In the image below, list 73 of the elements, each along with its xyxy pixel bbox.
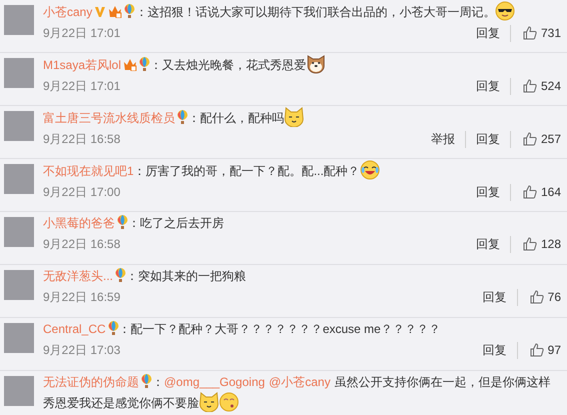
like-count: 128	[540, 237, 561, 251]
like-count: 731	[540, 26, 561, 40]
thumbs-up-icon[interactable]	[522, 185, 537, 199]
crown-badge-icon	[123, 58, 138, 71]
comment-text: ：配什么，配种吗	[188, 111, 284, 125]
comment-time: 9月22日 16:58	[43, 130, 122, 148]
like-count: 524	[540, 79, 561, 93]
comment-text: ：配一下？配种？大哥？？？？？？？excuse me？？？？？	[118, 322, 441, 336]
comment-time: 9月22日 17:00	[43, 184, 122, 200]
avatar-photo-placeholder[interactable]	[4, 164, 34, 194]
username-link[interactable]: 不如现在就见吧1	[43, 164, 134, 178]
avatar-photo-placeholder[interactable]	[4, 323, 34, 353]
avatar-photo-placeholder[interactable]	[4, 270, 34, 300]
comment-text: 虽然公开支持你俩在一起，但是你俩这样	[334, 375, 550, 389]
action-link[interactable]: 回复	[466, 236, 511, 252]
action-link[interactable]: 回复	[472, 342, 518, 358]
action-link[interactable]: 回复	[466, 78, 511, 94]
username-link[interactable]: 无敌洋葱头...	[43, 269, 114, 283]
username-link[interactable]: Central_CC	[43, 322, 106, 336]
comment-text: ：吃了之后去开房	[128, 216, 224, 230]
comment-time: 9月22日 16:58	[43, 236, 122, 252]
action-link[interactable]: 回复	[466, 24, 511, 42]
balloon-icon	[139, 57, 150, 71]
comment-text: 秀恩爱我还是感觉你俩不要脸	[43, 395, 199, 412]
username-link[interactable]: 小苍cany	[43, 5, 92, 19]
comment-text: ：这招狠！话说大家可以期待下我们联合出品的，小苍大哥一周记。	[135, 5, 496, 19]
like-count: 76	[548, 290, 561, 304]
comment-time: 9月22日 17:03	[43, 342, 122, 358]
balloon-icon	[141, 374, 152, 388]
thumbs-up-icon[interactable]	[522, 237, 537, 251]
balloon-icon	[177, 110, 188, 124]
action-link[interactable]: 回复	[466, 130, 511, 148]
comment-text: ：突如其来的一把狗粮	[126, 269, 246, 283]
balloon-icon	[108, 321, 119, 335]
comment-time: 9月22日 17:01	[43, 24, 122, 42]
avatar-photo-placeholder[interactable]	[4, 5, 34, 35]
dog-face-icon	[306, 54, 326, 74]
username-link[interactable]: 小黑莓的爸爸	[43, 216, 115, 230]
username-link[interactable]: 无法证伪的伪命题	[43, 375, 139, 389]
avatar-photo-placeholder[interactable]	[4, 217, 34, 247]
comment-time: 9月22日 17:01	[43, 78, 122, 94]
thumbs-up-icon[interactable]	[522, 26, 537, 40]
username-link[interactable]: 富土唐三号流水线质检员	[43, 111, 175, 125]
laughing-face-icon	[360, 160, 380, 180]
comment-time: 9月22日 16:59	[43, 288, 122, 306]
comment-text: ：	[152, 375, 164, 389]
balloon-icon	[115, 268, 126, 282]
like-count: 257	[540, 132, 561, 146]
cat-face-icon	[284, 107, 304, 127]
like-count: 164	[540, 185, 561, 199]
avatar-photo-placeholder[interactable]	[4, 376, 34, 406]
verified-v-icon	[94, 6, 106, 18]
action-link[interactable]: 回复	[466, 184, 511, 200]
mention-link[interactable]: @小苍cany	[268, 375, 330, 389]
balloon-icon	[124, 4, 136, 18]
action-link[interactable]: 举报	[420, 130, 466, 148]
comment-text: ：又去烛光晚餐，花式秀恩爱	[150, 58, 306, 72]
avatar-photo-placeholder[interactable]	[4, 111, 34, 141]
thumbs-up-icon[interactable]	[522, 79, 537, 93]
sunglasses-face-icon	[495, 1, 516, 21]
balloon-icon	[117, 215, 128, 229]
thumbs-up-icon[interactable]	[522, 132, 537, 146]
avatar-photo-placeholder[interactable]	[4, 58, 34, 88]
thumbs-up-icon[interactable]	[530, 290, 544, 304]
crown-badge-icon	[108, 5, 122, 18]
thumbs-up-icon[interactable]	[530, 343, 544, 357]
action-link[interactable]: 回复	[472, 288, 518, 306]
comment-text: ：厉害了我的哥，配一下？配。配...配种？	[134, 164, 360, 178]
like-count: 97	[548, 343, 561, 357]
smiling-face-icon	[219, 392, 239, 412]
cat-face-icon	[199, 392, 219, 412]
mention-link[interactable]: @omg___Gogoing	[164, 375, 265, 389]
username-link[interactable]: M1saya若风lol	[43, 58, 122, 72]
